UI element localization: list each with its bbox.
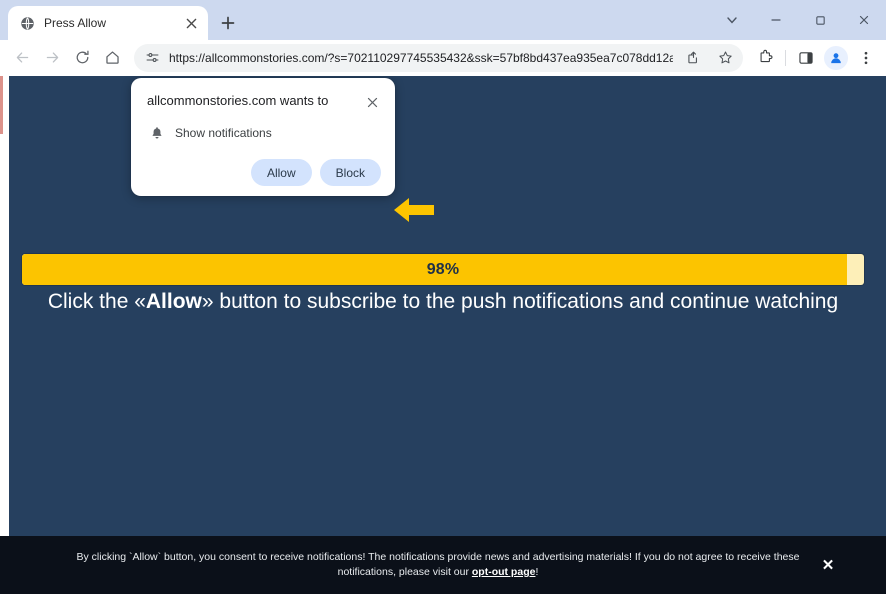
opt-out-link[interactable]: opt-out page (472, 566, 536, 578)
browser-menu-icon[interactable] (852, 44, 880, 72)
permission-dialog-header: allcommonstories.com wants to (147, 92, 381, 111)
consent-line-2-prefix: please visit our (398, 566, 472, 578)
permission-request-row: Show notifications (147, 125, 381, 141)
window-close-icon[interactable] (842, 3, 886, 37)
extensions-puzzle-icon[interactable] (751, 44, 779, 72)
headline-suffix: » button to subscribe to the push notifi… (201, 290, 839, 313)
tab-title: Press Allow (44, 16, 107, 30)
page-headline: Click the «Allow» button to subscribe to… (0, 288, 886, 316)
profile-avatar[interactable] (824, 45, 848, 70)
progress-bar: 98% (22, 254, 864, 285)
consent-banner: By clicking `Allow` button, you consent … (0, 536, 886, 594)
address-bar[interactable]: https://allcommonstories.com/?s=70211029… (134, 43, 743, 72)
minimize-icon[interactable] (754, 3, 798, 37)
tab-search-chevron-down-icon[interactable] (710, 3, 754, 37)
consent-banner-left-edge (0, 536, 9, 594)
tab-strip: Press Allow (0, 0, 886, 40)
consent-banner-close-icon[interactable]: ✕ (818, 555, 838, 575)
share-icon[interactable] (681, 46, 705, 70)
consent-line-2-suffix: ! (535, 566, 539, 578)
page-viewport: allcommonstories.com wants to Show notif… (0, 76, 886, 594)
block-button[interactable]: Block (319, 159, 381, 186)
left-arrow-icon (392, 195, 436, 225)
headline-prefix: Click the « (47, 290, 146, 313)
bookmark-star-icon[interactable] (713, 46, 737, 70)
browser-tab[interactable]: Press Allow (8, 6, 208, 40)
reload-icon[interactable] (68, 44, 96, 72)
notification-permission-dialog: allcommonstories.com wants to Show notif… (131, 78, 395, 196)
permission-close-icon[interactable] (363, 93, 381, 111)
site-settings-tune-icon[interactable] (143, 49, 161, 67)
forward-arrow-icon[interactable] (38, 44, 66, 72)
permission-dialog-title: allcommonstories.com wants to (147, 93, 329, 108)
permission-dialog-actions: Allow Block (147, 159, 381, 186)
back-arrow-icon[interactable] (8, 44, 36, 72)
browser-window: Press Allow https://allcommonstories.com… (0, 0, 886, 594)
new-tab-button[interactable] (214, 9, 242, 37)
browser-toolbar: https://allcommonstories.com/?s=70211029… (0, 40, 886, 76)
toolbar-divider (785, 49, 786, 66)
maximize-icon[interactable] (798, 3, 842, 37)
window-controls (710, 0, 886, 40)
permission-request-label: Show notifications (175, 126, 272, 140)
url-text: https://allcommonstories.com/?s=70211029… (169, 50, 673, 65)
headline-emphasis: Allow (145, 290, 202, 313)
globe-icon (19, 15, 35, 31)
bell-icon (149, 125, 165, 141)
consent-banner-text: By clicking `Allow` button, you consent … (30, 550, 846, 580)
close-icon[interactable] (182, 14, 200, 32)
side-panel-icon[interactable] (792, 44, 820, 72)
page-left-edge (0, 76, 9, 594)
progress-percent-label: 98% (426, 260, 460, 278)
home-icon[interactable] (98, 44, 126, 72)
allow-button[interactable]: Allow (250, 159, 312, 186)
